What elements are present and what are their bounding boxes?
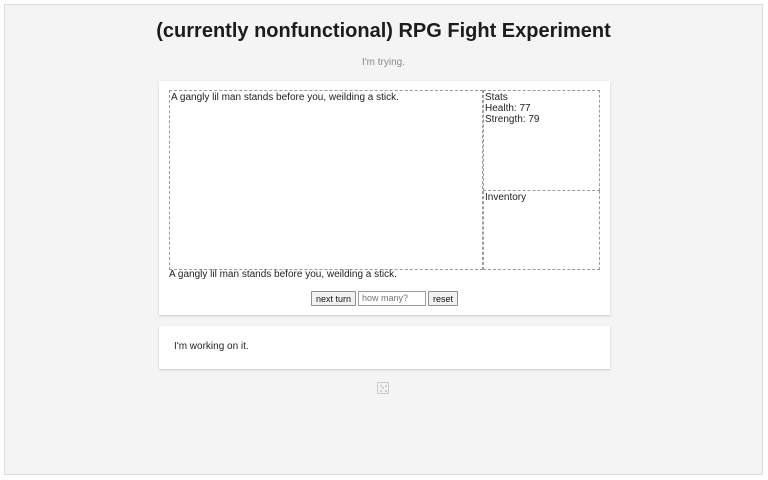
health-stat: Health: 77	[485, 103, 531, 114]
inventory-panel: Inventory	[483, 191, 600, 270]
next-turn-button[interactable]: next turn	[310, 291, 356, 306]
reset-button[interactable]: reset	[428, 291, 459, 306]
message-card: I'm working on it.	[159, 326, 610, 369]
page-subtitle: I'm trying.	[361, 57, 406, 68]
turn-controls: next turn reset	[159, 291, 610, 306]
status-line: A gangly lil man stands before you, weil…	[169, 269, 397, 280]
dice-icon[interactable]	[377, 382, 389, 394]
stats-heading: Stats	[485, 92, 508, 103]
strength-stat: Strength: 79	[485, 114, 540, 125]
battle-log-text: A gangly lil man stands before you, weil…	[171, 92, 399, 103]
inventory-heading: Inventory	[485, 192, 527, 203]
game-card: A gangly lil man stands before you, weil…	[159, 81, 610, 315]
message-text: I'm working on it.	[174, 341, 249, 352]
page-title: (currently nonfunctional) RPG Fight Expe…	[156, 20, 611, 42]
battle-log: A gangly lil man stands before you, weil…	[169, 90, 483, 270]
stats-panel: Stats Health: 77 Strength: 79	[483, 90, 600, 191]
turn-count-input[interactable]	[358, 291, 426, 306]
page: (currently nonfunctional) RPG Fight Expe…	[4, 4, 763, 475]
